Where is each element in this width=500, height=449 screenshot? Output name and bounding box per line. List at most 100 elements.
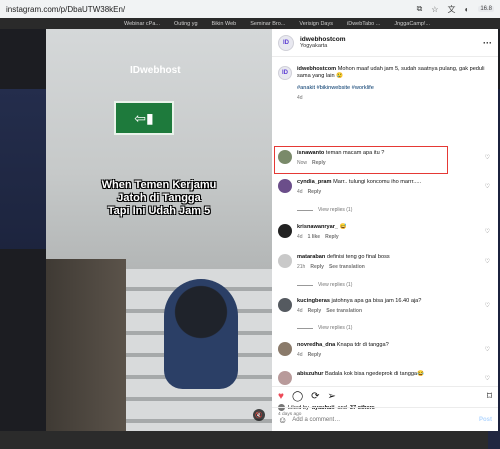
list-item: kucingberas jatohnya apa ga bisa jam 16.… — [278, 298, 492, 315]
emoji-icon[interactable]: ☺ — [278, 415, 287, 425]
caption-line: When Temen Kerjamu — [101, 179, 217, 191]
like-comment-icon[interactable]: ♡ — [485, 183, 490, 190]
install-icon[interactable]: ⧉ — [417, 4, 423, 14]
comment-username[interactable]: cyndia_pram — [297, 179, 332, 185]
comment-text: Badala kok bisa ngedeprok di tangga😂 — [324, 371, 425, 377]
avatar[interactable]: ID — [278, 34, 294, 51]
comment-text: teman macam apa itu ? — [325, 150, 385, 156]
post-location[interactable]: Yogyakarta — [300, 43, 483, 49]
comment-time: 4d — [297, 308, 303, 314]
comment-username[interactable]: abiszuhur — [297, 371, 323, 377]
media-person — [164, 279, 238, 389]
like-comment-icon[interactable]: ♡ — [485, 346, 490, 353]
bookmark-item[interactable]: Seminar Bro... — [250, 21, 285, 27]
comment-username[interactable]: isnawanto — [297, 150, 324, 156]
comment-text: Marr.. tulungi koncomu iho marrr..... — [333, 179, 422, 185]
reply-button[interactable]: Reply — [310, 264, 324, 270]
comment-icon[interactable]: ◯ — [292, 391, 303, 402]
view-replies-button[interactable]: View replies (1) — [297, 282, 352, 288]
exit-sign-icon: ⇦▮ — [114, 101, 174, 135]
media-caption: When Temen Kerjamu Jatoh di Tangga Tapi … — [46, 179, 272, 218]
see-translation-button[interactable]: See translation — [326, 308, 362, 314]
list-item: novredha_dna Knapa tdr di tangga? 4d Repl… — [278, 342, 492, 359]
list-item: abiszuhur Badala kok bisa ngedeprok di t… — [278, 371, 492, 385]
like-heart-icon[interactable]: ♥ — [278, 391, 284, 402]
comment-text: Knapa tdr di tangga? — [336, 342, 389, 348]
reply-button[interactable]: Reply — [325, 234, 339, 240]
list-item: krisnawanryar_ 😅 4d 1 like Reply ♡ — [278, 224, 492, 241]
comment-time: Now — [297, 160, 308, 166]
extension-badge[interactable]: 16.8 — [478, 6, 494, 12]
list-item: cyndia_pram Marr.. tulungi koncomu iho m… — [278, 179, 492, 196]
bookmark-item[interactable]: Webinar cPa... — [124, 21, 160, 27]
bookmark-item[interactable]: iDwebTabo ... — [347, 21, 380, 27]
media-railing — [46, 259, 126, 431]
reply-button[interactable]: Reply — [308, 308, 322, 314]
comment-text: 😅 — [339, 224, 347, 230]
add-comment-bar: ☺ Add a comment… Post — [272, 407, 498, 431]
like-comment-icon[interactable]: ♡ — [485, 154, 490, 161]
like-comment-icon[interactable]: ♡ — [485, 302, 490, 309]
repost-icon[interactable]: ⟳ — [311, 391, 319, 402]
post-modal: ⇦▮ IDwebhost When Temen Kerjamu Jatoh di… — [46, 29, 498, 431]
comment-text: jatohnya apa ga bisa jam 16.40 aja? — [331, 298, 422, 304]
comment-text: definisi teng go final boss — [326, 254, 390, 260]
mute-icon[interactable]: 🔇 — [253, 409, 265, 421]
like-comment-icon[interactable]: ♡ — [485, 258, 490, 265]
browser-toolbar: instagram.com/p/DbaUTW38kEn/ ⧉ ☆ 文 ◐ 16.… — [0, 0, 500, 18]
see-translation-button[interactable]: See translation — [329, 264, 365, 270]
avatar[interactable] — [278, 342, 292, 356]
comment-likes[interactable]: 1 like — [308, 234, 321, 240]
like-comment-icon[interactable]: ♡ — [485, 375, 490, 382]
post-button[interactable]: Post — [479, 417, 492, 423]
extension-icon[interactable]: ◐ — [464, 5, 469, 14]
bookmark-item[interactable]: JnggaCamp!... — [394, 21, 430, 27]
comment-username[interactable]: mataraban — [297, 254, 325, 260]
bookmark-star-icon[interactable]: ☆ — [431, 5, 438, 14]
avatar[interactable] — [278, 298, 292, 312]
comment-username[interactable]: kucingberas — [297, 298, 330, 304]
avatar[interactable] — [278, 371, 292, 385]
reply-button[interactable]: Reply — [312, 160, 326, 166]
comments-panel: ID idwebhostcom Yogyakarta ··· ID idwebh… — [272, 29, 498, 431]
comment-time: 21h — [297, 264, 306, 270]
reply-button[interactable]: Reply — [308, 189, 322, 195]
caption-time: 4d — [297, 95, 303, 101]
bookmarks-bar: Webinar cPa... Outing yg Bikin Web Semin… — [0, 18, 500, 29]
backdrop-left-panel — [0, 89, 46, 249]
post-caption: ID idwebhostcom Mohon maaf udah jam 5, s… — [278, 66, 492, 102]
translate-icon[interactable]: 文 — [447, 4, 455, 15]
comment-username[interactable]: krisnawanryar_ — [297, 224, 338, 230]
reply-button[interactable]: Reply — [308, 352, 322, 358]
like-comment-icon[interactable]: ♡ — [485, 228, 490, 235]
more-options-icon[interactable]: ··· — [483, 38, 492, 48]
caption-line: Jatoh di Tangga — [117, 192, 201, 204]
bookmark-item[interactable]: Bikin Web — [212, 21, 237, 27]
post-username[interactable]: idwebhostcom — [300, 36, 483, 43]
media-logo: IDwebhost — [130, 65, 181, 76]
avatar[interactable]: ID — [278, 66, 292, 80]
comment-username[interactable]: novredha_dna — [297, 342, 335, 348]
caption-line: Tapi Ini Udah Jam 5 — [107, 205, 211, 217]
comment-time: 4d — [297, 189, 303, 195]
address-bar[interactable]: instagram.com/p/DbaUTW38kEn/ — [6, 5, 417, 14]
comment-input[interactable]: Add a comment… — [292, 417, 340, 423]
comments-list[interactable]: ID idwebhostcom Mohon maaf udah jam 5, s… — [272, 58, 498, 386]
avatar[interactable] — [278, 179, 292, 193]
avatar[interactable] — [278, 224, 292, 238]
comment-time: 4d — [297, 234, 303, 240]
view-replies-button[interactable]: View replies (1) — [297, 325, 352, 331]
share-icon[interactable]: ➢ — [328, 391, 336, 402]
list-item: isnawanto teman macam apa itu ? Now Reply… — [278, 150, 492, 167]
list-item: mataraban definisi teng go final boss 21… — [278, 254, 492, 271]
caption-hashtags[interactable]: #anakit #bikinwebsite #worklife — [297, 85, 492, 92]
caption-username[interactable]: idwebhostcom — [297, 66, 336, 72]
comment-time: 4d — [297, 352, 303, 358]
save-bookmark-icon[interactable]: ⌑ — [487, 391, 492, 402]
avatar[interactable] — [278, 150, 292, 164]
avatar[interactable] — [278, 254, 292, 268]
bookmark-item[interactable]: Verisign Days — [299, 21, 333, 27]
bookmark-item[interactable]: Outing yg — [174, 21, 198, 27]
post-media[interactable]: ⇦▮ IDwebhost When Temen Kerjamu Jatoh di… — [46, 29, 272, 431]
view-replies-button[interactable]: View replies (1) — [297, 207, 352, 213]
